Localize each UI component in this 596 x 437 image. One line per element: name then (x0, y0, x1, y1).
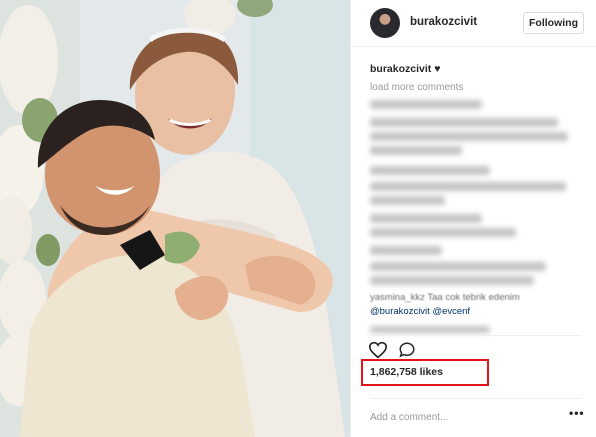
divider (370, 398, 582, 399)
divider (370, 335, 582, 336)
blurred-comment (370, 196, 445, 205)
blurred-comment (370, 262, 546, 271)
load-more-comments-link[interactable]: load more comments (370, 82, 463, 93)
caption-text: ♥ (434, 63, 441, 75)
avatar[interactable] (370, 8, 400, 38)
blurred-comment (370, 166, 490, 175)
post-header: burakozcivit Following (351, 0, 596, 47)
likes-highlight-box (361, 359, 489, 386)
blurred-comment (370, 100, 482, 109)
heart-icon[interactable] (368, 341, 388, 359)
add-comment-input[interactable]: Add a comment... (370, 412, 448, 423)
comment-icon[interactable] (398, 341, 416, 359)
comment-item: @burakozcivit @evcenf (370, 306, 470, 317)
caption-username[interactable]: burakozcivit (370, 63, 431, 75)
blurred-comment (370, 118, 558, 127)
blurred-comment (370, 182, 566, 191)
comment-item: yasmina_kkz Taa cok tebrik edenim (370, 292, 520, 303)
comment-mention-link[interactable]: @burakozcivit @evcenf (370, 306, 470, 317)
wedding-photo-illustration (0, 0, 350, 437)
blurred-comment (370, 326, 490, 333)
blurred-comment (370, 214, 482, 223)
header-username[interactable]: burakozcivit (410, 16, 477, 28)
following-button[interactable]: Following (523, 12, 584, 34)
caption: burakozcivit ♥ (370, 63, 440, 75)
blurred-comment (370, 132, 568, 141)
more-options-icon[interactable]: ••• (569, 406, 585, 420)
blurred-comment (370, 276, 534, 285)
blurred-comment (370, 146, 462, 155)
blurred-comment (370, 228, 516, 237)
post-photo[interactable] (0, 0, 350, 437)
blurred-comment (370, 246, 442, 255)
